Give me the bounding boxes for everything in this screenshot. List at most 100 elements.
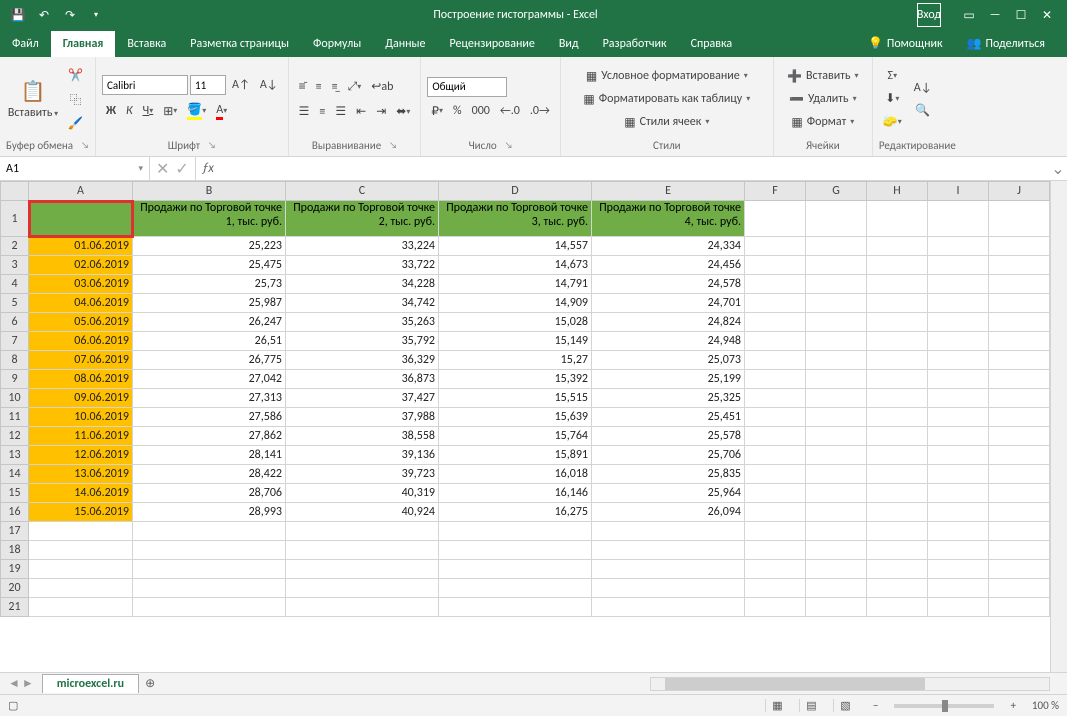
tab-review[interactable]: Рецензирование [438, 31, 547, 57]
row-header[interactable]: 2 [1, 237, 29, 256]
cell[interactable] [806, 522, 867, 541]
row-header[interactable]: 21 [1, 598, 29, 617]
cell[interactable] [989, 579, 1050, 598]
fill-color-button[interactable]: 🪣 [183, 99, 210, 123]
select-all[interactable] [1, 182, 29, 201]
cell[interactable] [806, 351, 867, 370]
insert-cells-button[interactable]: ➕Вставить [780, 66, 866, 87]
decrease-font-button[interactable]: A↓ [256, 75, 282, 95]
cell[interactable] [745, 294, 806, 313]
cell[interactable] [29, 541, 133, 560]
row-header[interactable]: 19 [1, 560, 29, 579]
cell[interactable] [806, 256, 867, 275]
name-box[interactable]: A1 ▾ [0, 157, 150, 180]
cell[interactable] [867, 427, 928, 446]
data-cell[interactable]: 27,313 [133, 389, 286, 408]
data-cell[interactable]: 14,791 [439, 275, 592, 294]
cell[interactable] [133, 560, 286, 579]
zoom-in-button[interactable]: + [1004, 699, 1021, 712]
cell[interactable] [592, 598, 745, 617]
font-size-input[interactable] [190, 75, 226, 95]
data-cell[interactable]: 24,824 [592, 313, 745, 332]
cell[interactable] [806, 465, 867, 484]
zoom-slider[interactable] [894, 704, 994, 708]
autosum-button[interactable]: Σ [879, 66, 906, 86]
cell[interactable] [989, 465, 1050, 484]
row-header[interactable]: 10 [1, 389, 29, 408]
cell[interactable] [928, 446, 989, 465]
cell[interactable] [592, 579, 745, 598]
format-painter-button[interactable]: 🖌️ [64, 113, 87, 134]
cell[interactable] [286, 579, 439, 598]
cell[interactable] [592, 541, 745, 560]
horizontal-scrollbar[interactable] [650, 677, 1050, 691]
cell[interactable] [867, 351, 928, 370]
data-cell[interactable]: 25,475 [133, 256, 286, 275]
align-left-button[interactable]: ☰ [295, 101, 314, 122]
cell[interactable] [745, 522, 806, 541]
sheet-nav-next-icon[interactable]: ► [22, 676, 34, 691]
col-header[interactable]: E [592, 182, 745, 201]
cell[interactable] [867, 201, 928, 237]
cell[interactable] [928, 427, 989, 446]
cell[interactable] [745, 351, 806, 370]
delete-cells-button[interactable]: ➖Удалить [780, 89, 866, 110]
cell[interactable] [806, 237, 867, 256]
save-icon[interactable]: 💾 [6, 3, 30, 27]
tab-pagelayout[interactable]: Разметка страницы [178, 31, 301, 57]
cell[interactable] [989, 541, 1050, 560]
cell[interactable] [745, 313, 806, 332]
cell[interactable] [745, 541, 806, 560]
data-cell[interactable]: 28,993 [133, 503, 286, 522]
row-header[interactable]: 1 [1, 201, 29, 237]
cell[interactable] [989, 598, 1050, 617]
data-cell[interactable]: 38,558 [286, 427, 439, 446]
cell[interactable] [745, 332, 806, 351]
cell[interactable] [928, 579, 989, 598]
cell[interactable] [745, 503, 806, 522]
cell[interactable] [806, 389, 867, 408]
data-cell[interactable]: 26,094 [592, 503, 745, 522]
font-dialog-icon[interactable]: ↘ [208, 140, 216, 151]
col-header[interactable]: J [989, 182, 1050, 201]
redo-icon[interactable]: ↷ [58, 3, 82, 27]
cell[interactable] [29, 522, 133, 541]
tell-me[interactable]: 💡Помощник [856, 30, 955, 57]
cell[interactable] [439, 598, 592, 617]
cell[interactable] [989, 560, 1050, 579]
cell[interactable] [806, 294, 867, 313]
data-cell[interactable]: 15,392 [439, 370, 592, 389]
cell[interactable] [989, 522, 1050, 541]
align-top-button[interactable]: ≡̄ [295, 76, 310, 97]
align-center-button[interactable]: ≡ [315, 102, 329, 122]
cell[interactable] [928, 275, 989, 294]
cell[interactable] [29, 598, 133, 617]
tab-insert[interactable]: Вставка [115, 31, 178, 57]
cell[interactable] [989, 446, 1050, 465]
expand-formula-bar-icon[interactable]: ⌄ [1049, 157, 1067, 180]
increase-font-button[interactable]: A↑ [228, 75, 254, 95]
cells-grid[interactable]: ABCDEFGHIJ1Продажи по Торговой точке 1, … [0, 181, 1050, 672]
find-select-button[interactable]: 🔍 [910, 100, 936, 121]
data-cell[interactable]: 25,73 [133, 275, 286, 294]
row-header[interactable]: 12 [1, 427, 29, 446]
maximize-icon[interactable]: ☐ [1009, 3, 1033, 27]
header-cell[interactable]: Продажи по Торговой точке 2, тыс. руб. [286, 201, 439, 237]
cell[interactable] [928, 560, 989, 579]
font-color-button[interactable]: A [212, 100, 231, 123]
cell[interactable] [928, 503, 989, 522]
zoom-level[interactable]: 100 % [1032, 699, 1059, 712]
cell[interactable] [745, 389, 806, 408]
date-cell[interactable]: 15.06.2019 [29, 503, 133, 522]
cell[interactable] [592, 522, 745, 541]
data-cell[interactable]: 35,263 [286, 313, 439, 332]
page-layout-view-button[interactable]: ▤ [799, 699, 823, 712]
cell[interactable] [928, 237, 989, 256]
row-header[interactable]: 11 [1, 408, 29, 427]
cell[interactable] [928, 484, 989, 503]
cell[interactable] [867, 256, 928, 275]
orientation-button[interactable]: ⤢ [344, 77, 366, 97]
data-cell[interactable]: 39,136 [286, 446, 439, 465]
row-header[interactable]: 4 [1, 275, 29, 294]
data-cell[interactable]: 15,028 [439, 313, 592, 332]
